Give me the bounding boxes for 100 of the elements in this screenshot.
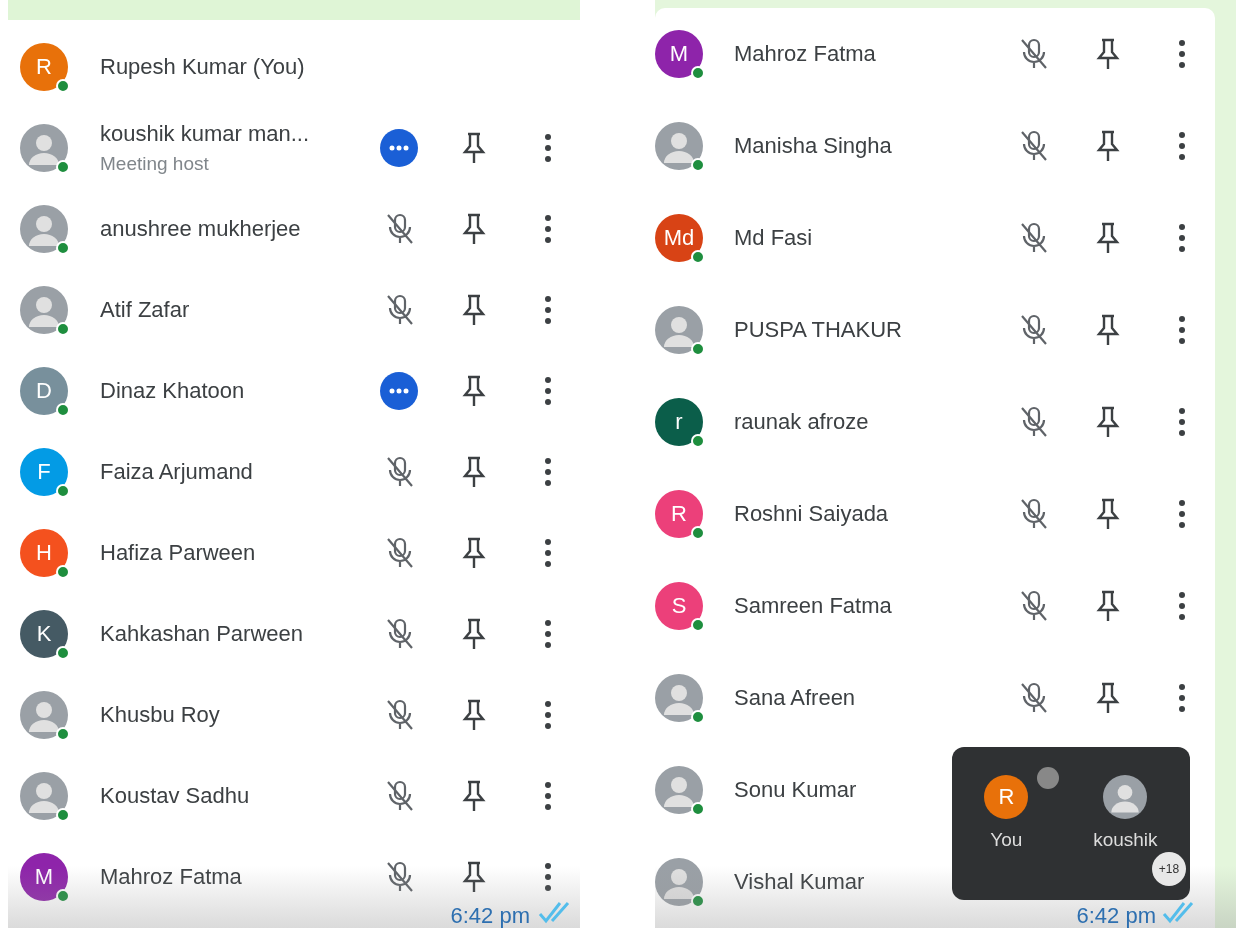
mic-off-icon <box>385 859 415 894</box>
person-silhouette-avatar <box>1103 775 1148 819</box>
pin-icon <box>1096 313 1120 347</box>
mic-off-icon <box>1019 405 1049 439</box>
pin-icon <box>462 778 486 813</box>
more-options-icon <box>544 618 552 649</box>
mic-off-icon <box>385 292 415 327</box>
pin-icon <box>1096 37 1120 71</box>
mic-off-icon <box>1019 497 1049 531</box>
more-options-icon <box>544 213 552 244</box>
more-options-icon <box>544 537 552 568</box>
online-dot <box>691 894 705 908</box>
more-options-icon <box>1178 315 1186 345</box>
more-options-icon <box>544 294 552 325</box>
more-options-icon <box>544 861 552 892</box>
pin-icon <box>462 616 486 651</box>
letter-avatar: R <box>20 42 68 91</box>
pin-icon <box>1096 497 1120 531</box>
pin-icon <box>1096 405 1120 439</box>
participant-name: Roshni Saiyada <box>734 501 890 527</box>
participant-name: Faiza Arjumand <box>100 458 254 485</box>
participant-name: Sana Afreen <box>734 685 857 711</box>
participant-name: Hafiza Parween <box>100 539 257 566</box>
mic-off-icon <box>1019 37 1049 71</box>
mic-off-icon <box>385 211 415 246</box>
participant-name: Dinaz Khatoon <box>100 377 246 404</box>
mic-off-icon <box>1019 589 1049 623</box>
message-time: 6:42 pm <box>1076 904 1156 928</box>
online-dot <box>56 402 70 417</box>
more-options-icon <box>1178 683 1186 713</box>
letter-avatar: r <box>655 398 703 446</box>
person-silhouette-avatar <box>655 306 703 354</box>
online-dot <box>691 66 705 80</box>
letter-avatar: F <box>20 447 68 496</box>
more-options-icon <box>1178 39 1186 69</box>
participant-name: anushree mukherjee <box>100 215 302 242</box>
participant-name: Samreen Fatma <box>734 593 893 619</box>
mic-off-icon <box>1019 129 1049 163</box>
more-options-icon <box>1178 223 1186 253</box>
pin-icon <box>462 859 486 894</box>
letter-avatar: R <box>655 490 703 538</box>
participant-name: Vishal Kumar <box>734 869 866 895</box>
pin-icon <box>1096 221 1120 255</box>
online-dot <box>56 564 70 579</box>
participant-name: Rupesh Kumar (You) <box>100 53 306 80</box>
pin-icon <box>462 535 486 570</box>
participant-name: Mahroz Fatma <box>734 41 877 67</box>
participant-name: raunak afroze <box>734 409 870 435</box>
speaking-indicator[interactable] <box>380 371 418 410</box>
letter-avatar: H <box>20 528 68 577</box>
person-silhouette-avatar <box>20 771 68 820</box>
more-options-icon <box>1178 499 1186 529</box>
dots-icon <box>389 144 409 151</box>
online-dot <box>691 802 705 816</box>
pin-icon <box>462 130 486 165</box>
more-options-icon <box>544 132 552 163</box>
participant-name: Koustav Sadhu <box>100 782 251 809</box>
online-dot <box>691 158 705 172</box>
mic-off-icon <box>385 697 415 732</box>
letter-avatar: Md <box>655 214 703 262</box>
participant-name: Manisha Singha <box>734 133 893 159</box>
speaking-indicator[interactable] <box>380 128 418 167</box>
online-dot <box>691 618 705 632</box>
tile-label: You <box>990 829 1023 851</box>
more-options-icon <box>544 699 552 730</box>
mic-indicator-icon <box>1037 767 1059 789</box>
person-silhouette-avatar <box>655 766 703 814</box>
person-silhouette-avatar <box>655 674 703 722</box>
more-options-icon <box>1178 407 1186 437</box>
letter-avatar: S <box>655 582 703 630</box>
online-dot <box>56 645 70 660</box>
participant-name: Md Fasi <box>734 225 814 251</box>
tile-label: koushik <box>1093 829 1158 851</box>
pin-icon <box>462 373 486 408</box>
online-dot <box>691 526 705 540</box>
mic-off-icon <box>1019 313 1049 347</box>
pin-icon <box>1096 589 1120 623</box>
more-options-icon <box>544 456 552 487</box>
participant-name: Mahroz Fatma <box>100 863 243 890</box>
mic-off-icon <box>385 616 415 651</box>
pin-icon <box>1096 129 1120 163</box>
mic-off-icon <box>1019 221 1049 255</box>
letter-avatar: D <box>20 366 68 415</box>
letter-avatar: K <box>20 609 68 658</box>
double-tick-icon <box>1162 900 1196 924</box>
more-options-icon <box>544 780 552 811</box>
person-silhouette-avatar <box>20 285 68 334</box>
message-time: 6:42 pm <box>450 904 530 928</box>
pin-icon <box>462 454 486 489</box>
participant-name: koushik kumar man... <box>100 120 311 147</box>
mic-off-icon <box>385 535 415 570</box>
pin-icon <box>462 697 486 732</box>
participant-name: Khusbu Roy <box>100 701 221 728</box>
participant-name: Sonu Kumar <box>734 777 858 803</box>
dots-icon <box>389 387 409 394</box>
pin-icon <box>462 292 486 327</box>
online-dot <box>691 710 705 724</box>
online-dot <box>56 483 70 498</box>
participant-name: Kahkashan Parween <box>100 620 305 647</box>
letter-avatar: M <box>655 30 703 78</box>
